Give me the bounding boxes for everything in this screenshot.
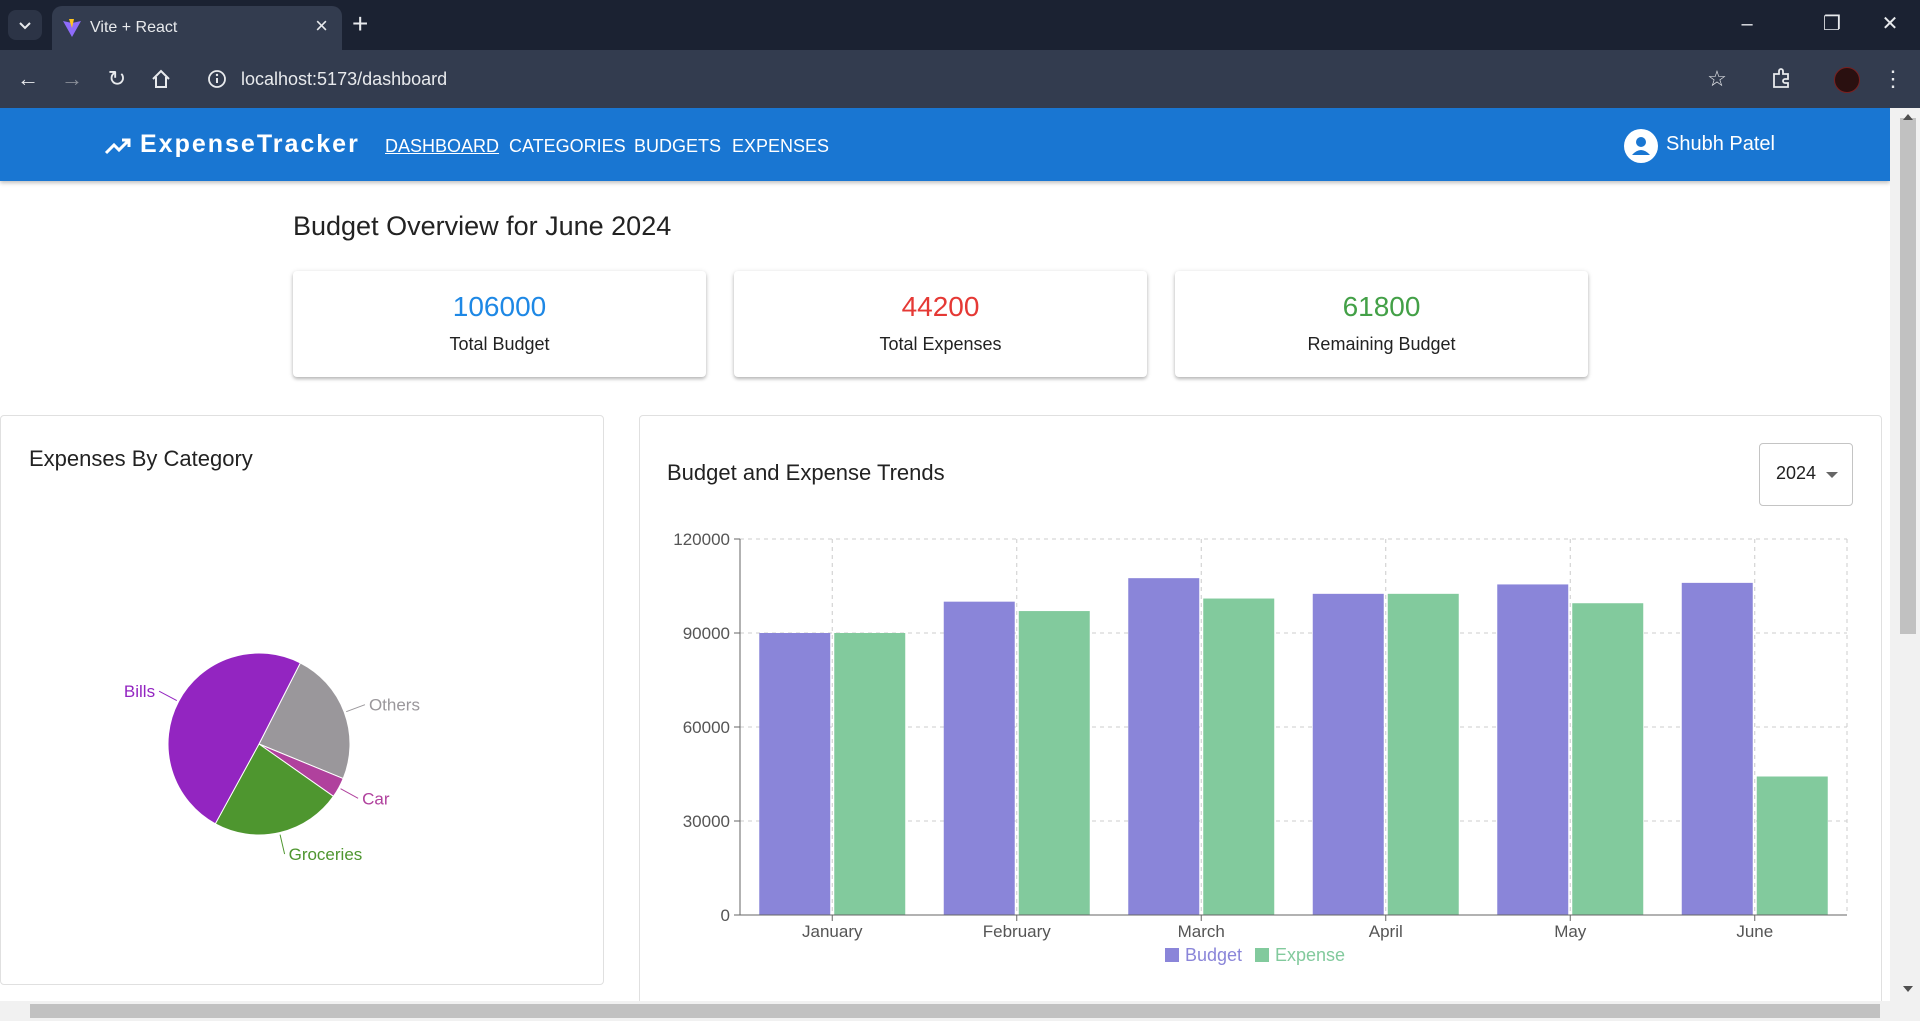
x-tick-label: March <box>1178 922 1225 941</box>
y-tick-label: 30000 <box>683 812 730 831</box>
bookmark-star-icon[interactable]: ☆ <box>1704 66 1730 92</box>
y-tick-label: 60000 <box>683 718 730 737</box>
bar-budget-january <box>759 633 831 915</box>
user-name[interactable]: Shubh Patel <box>1666 133 1775 156</box>
legend-label-budget: Budget <box>1185 945 1242 965</box>
browser-toolbar: ← → ↻ localhost:5173/dashboard ☆ ⋮ <box>0 50 1920 108</box>
pie-label-bills: Bills <box>124 682 155 701</box>
forward-icon[interactable]: → <box>59 66 85 92</box>
year-select-value: 2024 <box>1776 463 1817 483</box>
brand-name[interactable]: ExpenseTracker <box>140 130 360 159</box>
url-text: localhost:5173/dashboard <box>241 69 448 89</box>
y-tick-label: 0 <box>721 906 730 925</box>
tab-close-icon[interactable]: × <box>315 14 328 38</box>
remaining-budget-card: 61800 Remaining Budget <box>1175 271 1588 377</box>
bar-expense-june <box>1756 776 1828 915</box>
horizontal-scrollbar-thumb[interactable] <box>30 1004 1880 1018</box>
restore-icon[interactable]: ❐ <box>1820 12 1844 36</box>
caret-down-icon <box>1826 472 1838 478</box>
home-icon[interactable] <box>150 68 172 90</box>
pie-label-car: Car <box>362 789 390 808</box>
bar-expense-may <box>1572 603 1644 915</box>
total-expenses-label: Total Expenses <box>879 334 1002 354</box>
bar-expense-march <box>1203 598 1275 915</box>
category-pie-chart: Others Car Groceries Bills <box>124 652 420 864</box>
y-tick-label: 90000 <box>683 624 730 643</box>
app-root: ExpenseTracker DASHBOARD CATEGORIES BUDG… <box>0 108 1890 1001</box>
total-expenses-card: 44200 Total Expenses <box>734 271 1147 377</box>
expenses-by-category-panel: Expenses By Category Others Car Groceries B… <box>0 415 604 985</box>
nav-categories[interactable]: CATEGORIES <box>509 136 626 157</box>
legend-label-expense: Expense <box>1275 945 1345 965</box>
bar-budget-april <box>1312 593 1384 915</box>
budget-expense-trends-panel: Budget and Expense Trends 0 30000 60000 900… <box>639 415 1882 1001</box>
minimize-icon[interactable]: – <box>1735 12 1759 36</box>
reload-icon[interactable]: ↻ <box>104 66 130 92</box>
pie-leader-car <box>340 788 359 799</box>
remaining-budget-label: Remaining Budget <box>1307 334 1456 354</box>
info-icon[interactable] <box>207 69 227 89</box>
scroll-down-icon[interactable] <box>1898 982 1918 996</box>
remaining-budget-value: 61800 <box>1342 291 1421 322</box>
bar-budget-february <box>943 601 1015 915</box>
x-tick-label: January <box>802 922 863 941</box>
nav-expenses[interactable]: EXPENSES <box>732 136 829 157</box>
pie-label-others: Others <box>369 696 420 715</box>
browser-menu-icon[interactable]: ⋮ <box>1880 66 1906 92</box>
trend-bar-chart: 0 30000 60000 90000 120000 January February Mar… <box>673 530 1848 965</box>
page-title: Budget Overview for June 2024 <box>293 211 672 241</box>
vertical-scrollbar-thumb[interactable] <box>1900 118 1916 634</box>
pie-label-groceries: Groceries <box>289 845 363 864</box>
bar-expense-february <box>1018 611 1090 915</box>
bar-budget-june <box>1681 582 1753 915</box>
back-icon[interactable]: ← <box>15 66 41 92</box>
pie-leader-groceries <box>279 834 286 855</box>
profile-avatar[interactable] <box>1834 67 1860 93</box>
total-expenses-value: 44200 <box>901 291 980 322</box>
extensions-icon[interactable] <box>1770 66 1794 90</box>
x-tick-label: February <box>983 922 1052 941</box>
x-tick-label: April <box>1369 922 1403 941</box>
legend-swatch-budget <box>1165 948 1179 962</box>
account-icon <box>1632 137 1650 155</box>
year-select[interactable]: 2024 <box>1759 443 1853 506</box>
total-budget-value: 106000 <box>452 291 547 322</box>
x-tick-label: May <box>1554 922 1587 941</box>
browser-tab[interactable]: Vite + React × <box>52 6 342 50</box>
trending-up-icon <box>104 138 131 155</box>
total-budget-card: 106000 Total Budget <box>293 271 706 377</box>
tab-title: Vite + React <box>90 19 178 36</box>
app-header: ExpenseTracker DASHBOARD CATEGORIES BUDG… <box>0 108 1890 181</box>
bar-budget-may <box>1497 584 1569 915</box>
new-tab-button[interactable]: + <box>352 10 368 38</box>
vite-logo-icon <box>63 19 81 37</box>
pie-leader-others <box>346 704 366 713</box>
tab-search-button[interactable] <box>8 10 42 40</box>
bar-expense-january <box>834 633 906 915</box>
close-window-icon[interactable]: ✕ <box>1878 12 1902 36</box>
user-avatar[interactable] <box>1624 129 1658 163</box>
x-tick-label: June <box>1736 922 1773 941</box>
bar-expense-april <box>1387 593 1459 915</box>
legend-swatch-expense <box>1255 948 1269 962</box>
y-tick-label: 120000 <box>673 530 730 549</box>
scroll-up-icon[interactable] <box>1898 110 1918 124</box>
bar-budget-march <box>1128 578 1200 915</box>
nav-dashboard[interactable]: DASHBOARD <box>385 136 499 157</box>
nav-budgets[interactable]: BUDGETS <box>634 136 721 157</box>
browser-titlebar: Vite + React × + – ❐ ✕ <box>0 0 1920 50</box>
address-bar[interactable]: localhost:5173/dashboard <box>195 58 1680 100</box>
pie-leader-bills <box>158 690 178 701</box>
chevron-down-icon <box>19 22 31 30</box>
total-budget-label: Total Budget <box>449 334 550 354</box>
